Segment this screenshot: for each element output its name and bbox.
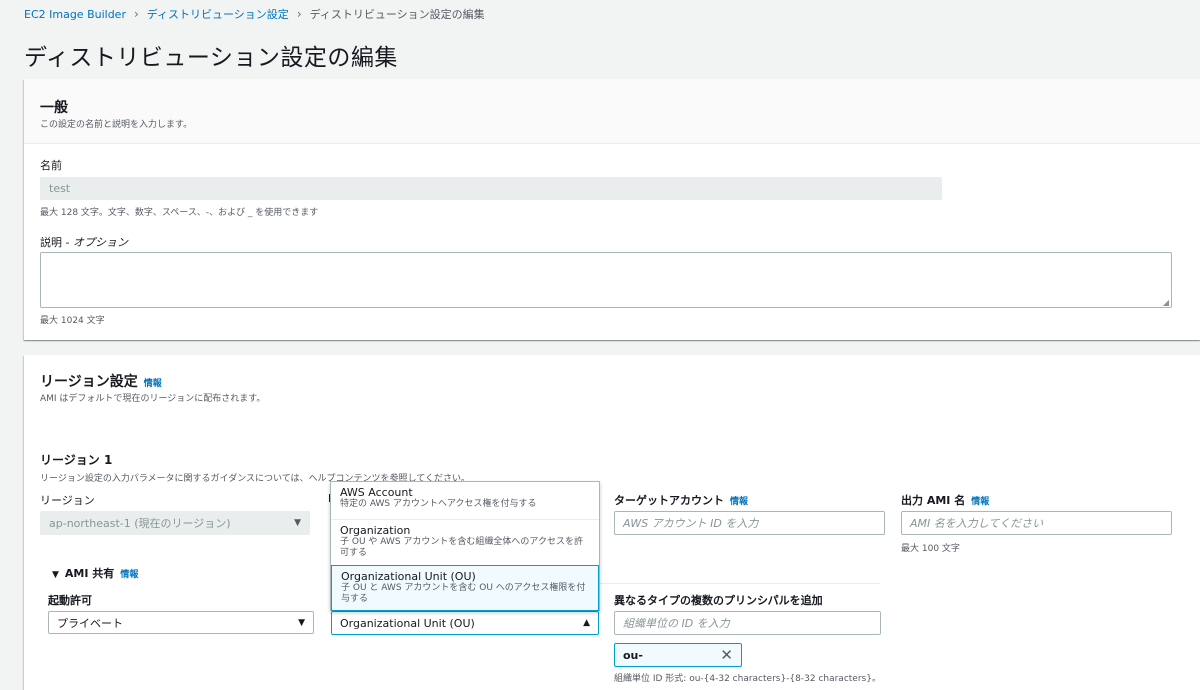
- region-label: リージョン: [40, 494, 95, 507]
- option-description: 特定の AWS アカウントへアクセス権を付与する: [340, 499, 537, 509]
- multi-principal-label: 異なるタイプの複数のプリンシパルを追加: [614, 594, 823, 607]
- region-select[interactable]: ap-northeast-1 (現在のリージョン) ▼: [40, 511, 310, 535]
- general-title: 一般: [40, 100, 68, 116]
- name-label: 名前: [40, 159, 62, 172]
- output-ami-info-link[interactable]: 情報: [971, 494, 989, 507]
- chevron-right-icon: ›: [296, 7, 302, 21]
- ami-sharing-toggle[interactable]: ▼ AMI 共有 情報: [52, 565, 138, 581]
- option-title: Organization: [340, 524, 411, 537]
- output-ami-header: 出力 AMI 名 情報: [901, 492, 989, 508]
- option-description: 子 OU と AWS アカウントを含む OU へのアクセス権限を付与する: [341, 583, 586, 604]
- caret-up-icon: ▲: [583, 618, 590, 628]
- breadcrumb-current: ディストリビューション設定の編集: [309, 8, 485, 21]
- ou-id-input[interactable]: 組織単位の ID を入力: [614, 611, 881, 635]
- general-description: この設定の名前と説明を入力します。: [40, 120, 193, 130]
- caret-down-icon: ▼: [298, 617, 305, 628]
- region-settings-header: リージョン設定 情報: [40, 371, 162, 391]
- name-hint: 最大 128 文字。文字、数字、スペース、-、および _ を使用できます: [40, 208, 319, 218]
- option-description: 子 OU や AWS アカウントを含む組織全体へのアクセスを許可する: [340, 537, 583, 558]
- target-account-info-link[interactable]: 情報: [730, 494, 748, 507]
- close-icon[interactable]: ✕: [720, 646, 733, 664]
- region-settings-description: AMI はデフォルトで現在のリージョンに配布されます。: [40, 394, 266, 404]
- principal-type-select[interactable]: Organizational Unit (OU) ▲: [331, 611, 599, 635]
- ou-token: ou- ✕: [614, 643, 742, 667]
- ami-sharing-info-link[interactable]: 情報: [120, 567, 138, 580]
- breadcrumb: EC2 Image Builder › ディストリビューション設定 › ディスト…: [24, 6, 485, 22]
- dropdown-option-ou[interactable]: Organizational Unit (OU) 子 OU と AWS アカウン…: [331, 565, 599, 611]
- output-ami-hint: 最大 100 文字: [901, 544, 960, 554]
- region-settings-title: リージョン設定: [40, 374, 138, 390]
- description-hint: 最大 1024 文字: [40, 316, 105, 326]
- description-label-optional: オプション: [72, 236, 128, 249]
- launch-permission-select[interactable]: プライベート ▼: [48, 611, 314, 634]
- option-title: AWS Account: [340, 486, 413, 499]
- principal-type-value: Organizational Unit (OU): [340, 616, 475, 630]
- general-panel-header: [24, 79, 1200, 144]
- region-settings-info-link[interactable]: 情報: [144, 376, 162, 389]
- target-account-label: ターゲットアカウント: [614, 494, 724, 507]
- output-ami-input[interactable]: AMI 名を入力してください: [901, 511, 1172, 535]
- launch-permission-value: プライベート: [57, 616, 123, 630]
- description-label: 説明 - オプション: [40, 234, 128, 250]
- resize-handle-icon[interactable]: ◢: [1163, 298, 1169, 307]
- region-select-value: ap-northeast-1 (現在のリージョン): [49, 517, 231, 530]
- output-ami-label: 出力 AMI 名: [901, 494, 966, 507]
- breadcrumb-link-image-builder[interactable]: EC2 Image Builder: [24, 8, 126, 21]
- caret-down-icon: ▼: [52, 570, 59, 580]
- principal-type-dropdown: AWS Account 特定の AWS アカウントへアクセス権を付与する Org…: [330, 481, 600, 611]
- target-account-header: ターゲットアカウント 情報: [614, 492, 748, 508]
- breadcrumb-link-distribution[interactable]: ディストリビューション設定: [147, 6, 289, 22]
- target-account-input[interactable]: AWS アカウント ID を入力: [614, 511, 885, 535]
- caret-down-icon: ▼: [294, 518, 301, 528]
- ou-token-label: ou-: [623, 648, 643, 662]
- name-input[interactable]: test: [40, 177, 942, 200]
- option-title: Organizational Unit (OU): [341, 570, 476, 583]
- dropdown-option-aws-account[interactable]: AWS Account 特定の AWS アカウントへアクセス権を付与する: [331, 482, 599, 517]
- ou-hint: 組織単位 ID 形式: ou-{4-32 characters}-{8-32 c…: [614, 674, 881, 684]
- chevron-right-icon: ›: [133, 7, 139, 21]
- ami-sharing-title: AMI 共有: [64, 567, 115, 580]
- region1-title: リージョン 1: [40, 453, 113, 467]
- description-textarea[interactable]: ◢: [40, 252, 1172, 308]
- dropdown-option-organization[interactable]: Organization 子 OU や AWS アカウントを含む組織全体へのアク…: [331, 519, 599, 567]
- launch-permission-label: 起動許可: [48, 594, 92, 607]
- description-label-main: 説明 -: [40, 236, 73, 249]
- page-title: ディストリビューション設定の編集: [24, 45, 398, 71]
